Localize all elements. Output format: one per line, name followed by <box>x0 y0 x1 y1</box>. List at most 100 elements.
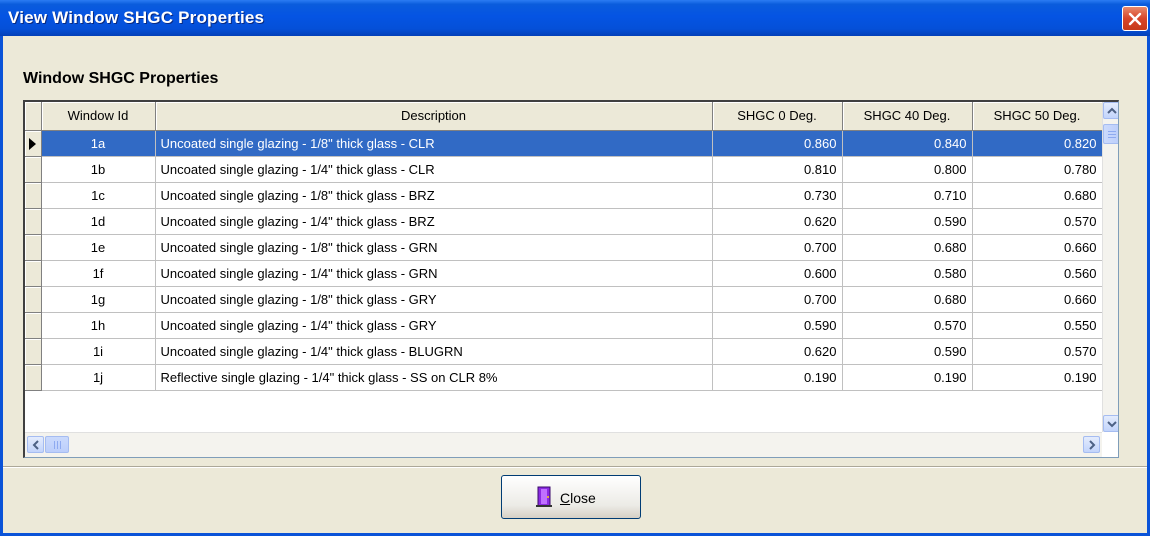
cell-shgc-50[interactable]: 0.190 <box>972 364 1103 391</box>
cell-shgc-50[interactable]: 0.570 <box>972 208 1103 235</box>
vertical-scrollbar[interactable] <box>1102 102 1118 432</box>
scroll-right-button[interactable] <box>1083 436 1100 453</box>
row-selector[interactable] <box>25 130 42 157</box>
table-row[interactable]: 1e Uncoated single glazing - 1/8" thick g… <box>25 234 1103 261</box>
column-header-shgc-40[interactable]: SHGC 40 Deg. <box>842 102 973 131</box>
row-selector[interactable] <box>25 182 42 209</box>
cell-window-id[interactable]: 1d <box>41 208 156 235</box>
table-row[interactable]: 1g Uncoated single glazing - 1/8" thick g… <box>25 286 1103 313</box>
table-row[interactable]: 1c Uncoated single glazing - 1/8" thick g… <box>25 182 1103 209</box>
cell-description[interactable]: Uncoated single glazing - 1/4" thick gla… <box>155 208 713 235</box>
table-row[interactable]: 1h Uncoated single glazing - 1/4" thick g… <box>25 312 1103 339</box>
row-selector-header <box>25 102 42 131</box>
cell-window-id[interactable]: 1f <box>41 260 156 287</box>
cell-description[interactable]: Reflective single glazing - 1/4" thick g… <box>155 364 713 391</box>
cell-shgc-40[interactable]: 0.190 <box>842 364 973 391</box>
dialog-window: View Window SHGC Properties Window SHGC … <box>0 0 1150 536</box>
cell-shgc-40[interactable]: 0.590 <box>842 338 973 365</box>
table-row[interactable]: 1i Uncoated single glazing - 1/4" thick g… <box>25 338 1103 365</box>
chevron-down-icon <box>1107 421 1117 428</box>
cell-shgc-0[interactable]: 0.600 <box>712 260 843 287</box>
cell-shgc-40[interactable]: 0.680 <box>842 286 973 313</box>
row-selector[interactable] <box>25 364 42 391</box>
table-row[interactable]: 1f Uncoated single glazing - 1/4" thick g… <box>25 260 1103 287</box>
table-row[interactable]: 1b Uncoated single glazing - 1/4" thick g… <box>25 156 1103 183</box>
chevron-left-icon <box>32 440 39 450</box>
cell-shgc-40[interactable]: 0.570 <box>842 312 973 339</box>
row-selector[interactable] <box>25 208 42 235</box>
door-exit-icon <box>536 486 552 507</box>
cell-shgc-0[interactable]: 0.810 <box>712 156 843 183</box>
column-header-shgc-0[interactable]: SHGC 0 Deg. <box>712 102 843 131</box>
window-close-button[interactable] <box>1122 6 1148 31</box>
cell-shgc-40[interactable]: 0.840 <box>842 130 973 157</box>
cell-description[interactable]: Uncoated single glazing - 1/4" thick gla… <box>155 312 713 339</box>
cell-description[interactable]: Uncoated single glazing - 1/8" thick gla… <box>155 234 713 261</box>
cell-shgc-0[interactable]: 0.620 <box>712 208 843 235</box>
chevron-right-icon <box>1089 440 1096 450</box>
close-button-label: Close <box>560 490 596 506</box>
group-title: Window SHGC Properties <box>23 70 219 87</box>
row-selector[interactable] <box>25 234 42 261</box>
header-row: Window Id Description SHGC 0 Deg. SHGC 4… <box>25 102 1103 131</box>
horizontal-scroll-thumb[interactable] <box>45 436 69 453</box>
cell-shgc-40[interactable]: 0.590 <box>842 208 973 235</box>
cell-shgc-50[interactable]: 0.820 <box>972 130 1103 157</box>
vertical-scroll-thumb[interactable] <box>1103 124 1118 144</box>
cell-shgc-50[interactable]: 0.660 <box>972 234 1103 261</box>
row-selector[interactable] <box>25 286 42 313</box>
row-selector[interactable] <box>25 312 42 339</box>
scroll-up-button[interactable] <box>1103 102 1118 119</box>
cell-shgc-0[interactable]: 0.700 <box>712 286 843 313</box>
cell-description[interactable]: Uncoated single glazing - 1/8" thick gla… <box>155 182 713 209</box>
cell-shgc-50[interactable]: 0.550 <box>972 312 1103 339</box>
cell-shgc-0[interactable]: 0.190 <box>712 364 843 391</box>
horizontal-scrollbar[interactable] <box>25 432 1102 457</box>
cell-shgc-50[interactable]: 0.780 <box>972 156 1103 183</box>
row-selector[interactable] <box>25 260 42 287</box>
cell-window-id[interactable]: 1i <box>41 338 156 365</box>
cell-shgc-40[interactable]: 0.800 <box>842 156 973 183</box>
close-icon <box>1128 12 1142 26</box>
row-selector[interactable] <box>25 338 42 365</box>
cell-description[interactable]: Uncoated single glazing - 1/4" thick gla… <box>155 338 713 365</box>
table-row[interactable]: 1j Reflective single glazing - 1/4" thick… <box>25 364 1103 391</box>
column-header-shgc-50[interactable]: SHGC 50 Deg. <box>972 102 1103 131</box>
window-title: View Window SHGC Properties <box>8 8 265 27</box>
scroll-left-button[interactable] <box>27 436 44 453</box>
cell-shgc-0[interactable]: 0.590 <box>712 312 843 339</box>
row-selector[interactable] <box>25 156 42 183</box>
title-bar[interactable]: View Window SHGC Properties <box>0 0 1150 36</box>
cell-shgc-40[interactable]: 0.580 <box>842 260 973 287</box>
cell-description[interactable]: Uncoated single glazing - 1/4" thick gla… <box>155 260 713 287</box>
column-header-window-id[interactable]: Window Id <box>41 102 156 131</box>
cell-shgc-40[interactable]: 0.710 <box>842 182 973 209</box>
scroll-down-button[interactable] <box>1103 415 1118 432</box>
cell-shgc-0[interactable]: 0.620 <box>712 338 843 365</box>
chevron-up-icon <box>1107 107 1117 114</box>
cell-shgc-40[interactable]: 0.680 <box>842 234 973 261</box>
divider-highlight <box>3 467 1147 468</box>
shgc-grid[interactable]: Window Id Description SHGC 0 Deg. SHGC 4… <box>23 100 1119 458</box>
cell-window-id[interactable]: 1b <box>41 156 156 183</box>
cell-window-id[interactable]: 1g <box>41 286 156 313</box>
cell-window-id[interactable]: 1a <box>41 130 156 157</box>
table-row[interactable]: 1d Uncoated single glazing - 1/4" thick g… <box>25 208 1103 235</box>
cell-shgc-0[interactable]: 0.700 <box>712 234 843 261</box>
cell-description[interactable]: Uncoated single glazing - 1/8" thick gla… <box>155 286 713 313</box>
cell-shgc-0[interactable]: 0.860 <box>712 130 843 157</box>
cell-window-id[interactable]: 1h <box>41 312 156 339</box>
column-header-description[interactable]: Description <box>155 102 713 131</box>
cell-shgc-50[interactable]: 0.680 <box>972 182 1103 209</box>
close-button[interactable]: Close <box>501 475 641 519</box>
cell-description[interactable]: Uncoated single glazing - 1/4" thick gla… <box>155 156 713 183</box>
cell-window-id[interactable]: 1c <box>41 182 156 209</box>
cell-shgc-50[interactable]: 0.660 <box>972 286 1103 313</box>
cell-shgc-50[interactable]: 0.560 <box>972 260 1103 287</box>
cell-shgc-50[interactable]: 0.570 <box>972 338 1103 365</box>
cell-description[interactable]: Uncoated single glazing - 1/8" thick gla… <box>155 130 713 157</box>
cell-shgc-0[interactable]: 0.730 <box>712 182 843 209</box>
table-row[interactable]: 1a Uncoated single glazing - 1/8" thick g… <box>25 130 1103 157</box>
cell-window-id[interactable]: 1e <box>41 234 156 261</box>
cell-window-id[interactable]: 1j <box>41 364 156 391</box>
